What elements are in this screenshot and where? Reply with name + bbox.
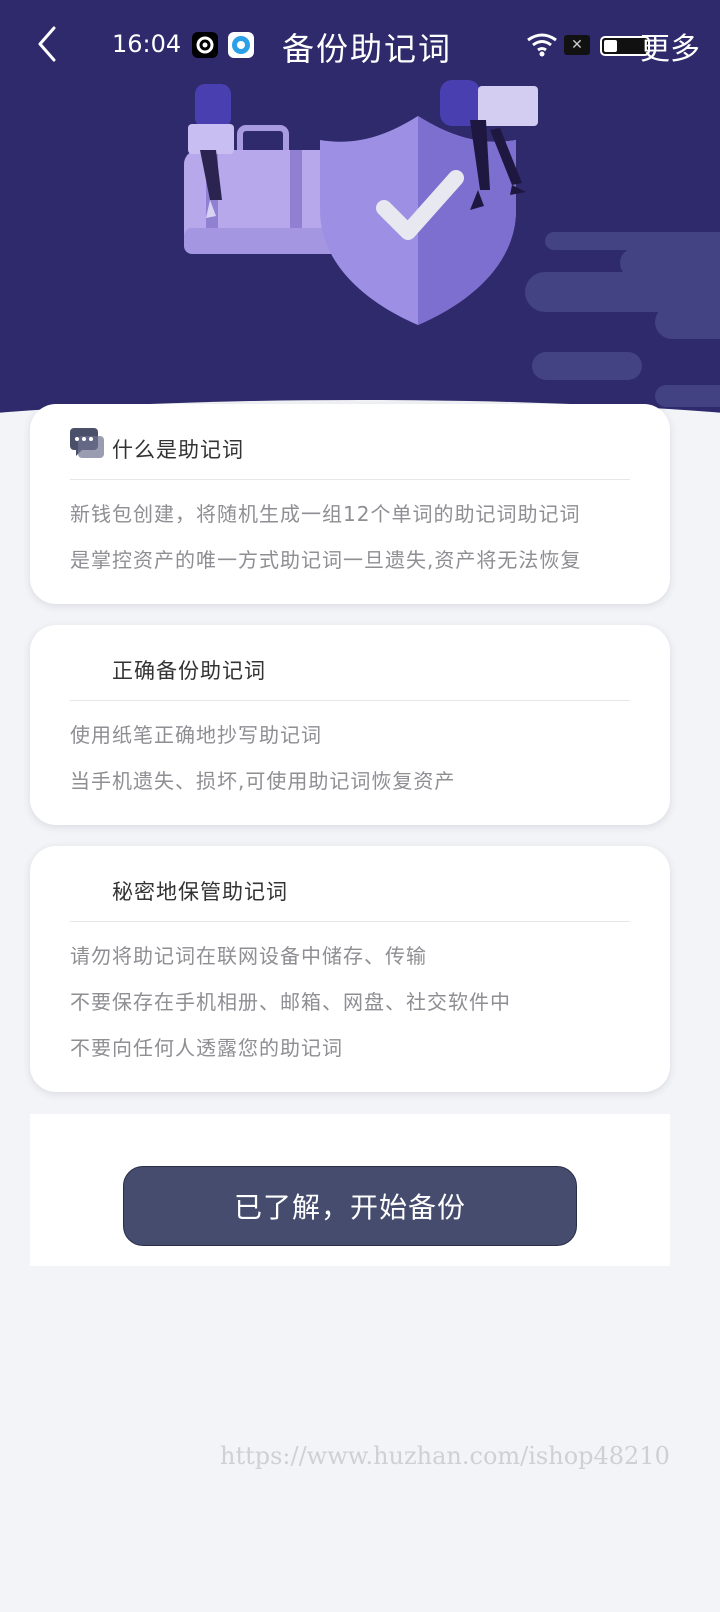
status-time: 16:04 [112,30,182,58]
battery-level [604,40,617,52]
status-bar: 16:04 备份助记词 ✕ 更多 [0,0,720,88]
wifi-icon [527,33,557,57]
card-keep-secret: 秘密地保管助记词 请勿将助记词在联网设备中储存、传输 不要保存在手机相册、邮箱、… [30,846,670,1092]
page-title: 备份助记词 [282,30,453,68]
action-area: 已了解，开始备份 [30,1114,670,1266]
card-text-line: 不要保存在手机相册、邮箱、网盘、社交软件中 [70,990,511,1014]
card-text-line: 是掌控资产的唯一方式助记词一旦遗失,资产将无法恢复 [70,548,582,572]
watermark: https://www.huzhan.com/ishop48210 [220,1442,670,1470]
card-correct-backup: 正确备份助记词 使用纸笔正确地抄写助记词 当手机遗失、损坏,可使用助记词恢复资产 [30,625,670,825]
card-header: 正确备份助记词 [70,645,630,701]
card-what-is-mnemonic: 什么是助记词 新钱包创建，将随机生成一组12个单词的助记词助记词 是掌控资产的唯… [30,404,670,604]
card-text-line: 不要向任何人透露您的助记词 [70,1036,343,1060]
browser-notification-icon [228,32,254,58]
app-notification-icon [192,32,218,58]
chat-bubbles-icon [70,428,104,458]
card-title: 秘密地保管助记词 [112,880,288,904]
more-button[interactable]: 更多 [640,24,700,68]
card-title: 什么是助记词 [112,438,244,462]
card-text-line: 使用纸笔正确地抄写助记词 [70,723,322,747]
card-text-line: 当手机遗失、损坏,可使用助记词恢复资产 [70,769,456,793]
card-header: 秘密地保管助记词 [70,866,630,922]
card-text-line: 新钱包创建，将随机生成一组12个单词的助记词助记词 [70,502,581,526]
card-text-line: 请勿将助记词在联网设备中储存、传输 [70,944,427,968]
card-title: 正确备份助记词 [112,659,266,683]
no-sim-icon: ✕ [564,35,590,55]
chevron-left-icon [38,26,56,62]
start-backup-button[interactable]: 已了解，开始备份 [123,1166,577,1246]
back-button[interactable] [30,24,64,64]
card-header: 什么是助记词 [70,424,630,480]
